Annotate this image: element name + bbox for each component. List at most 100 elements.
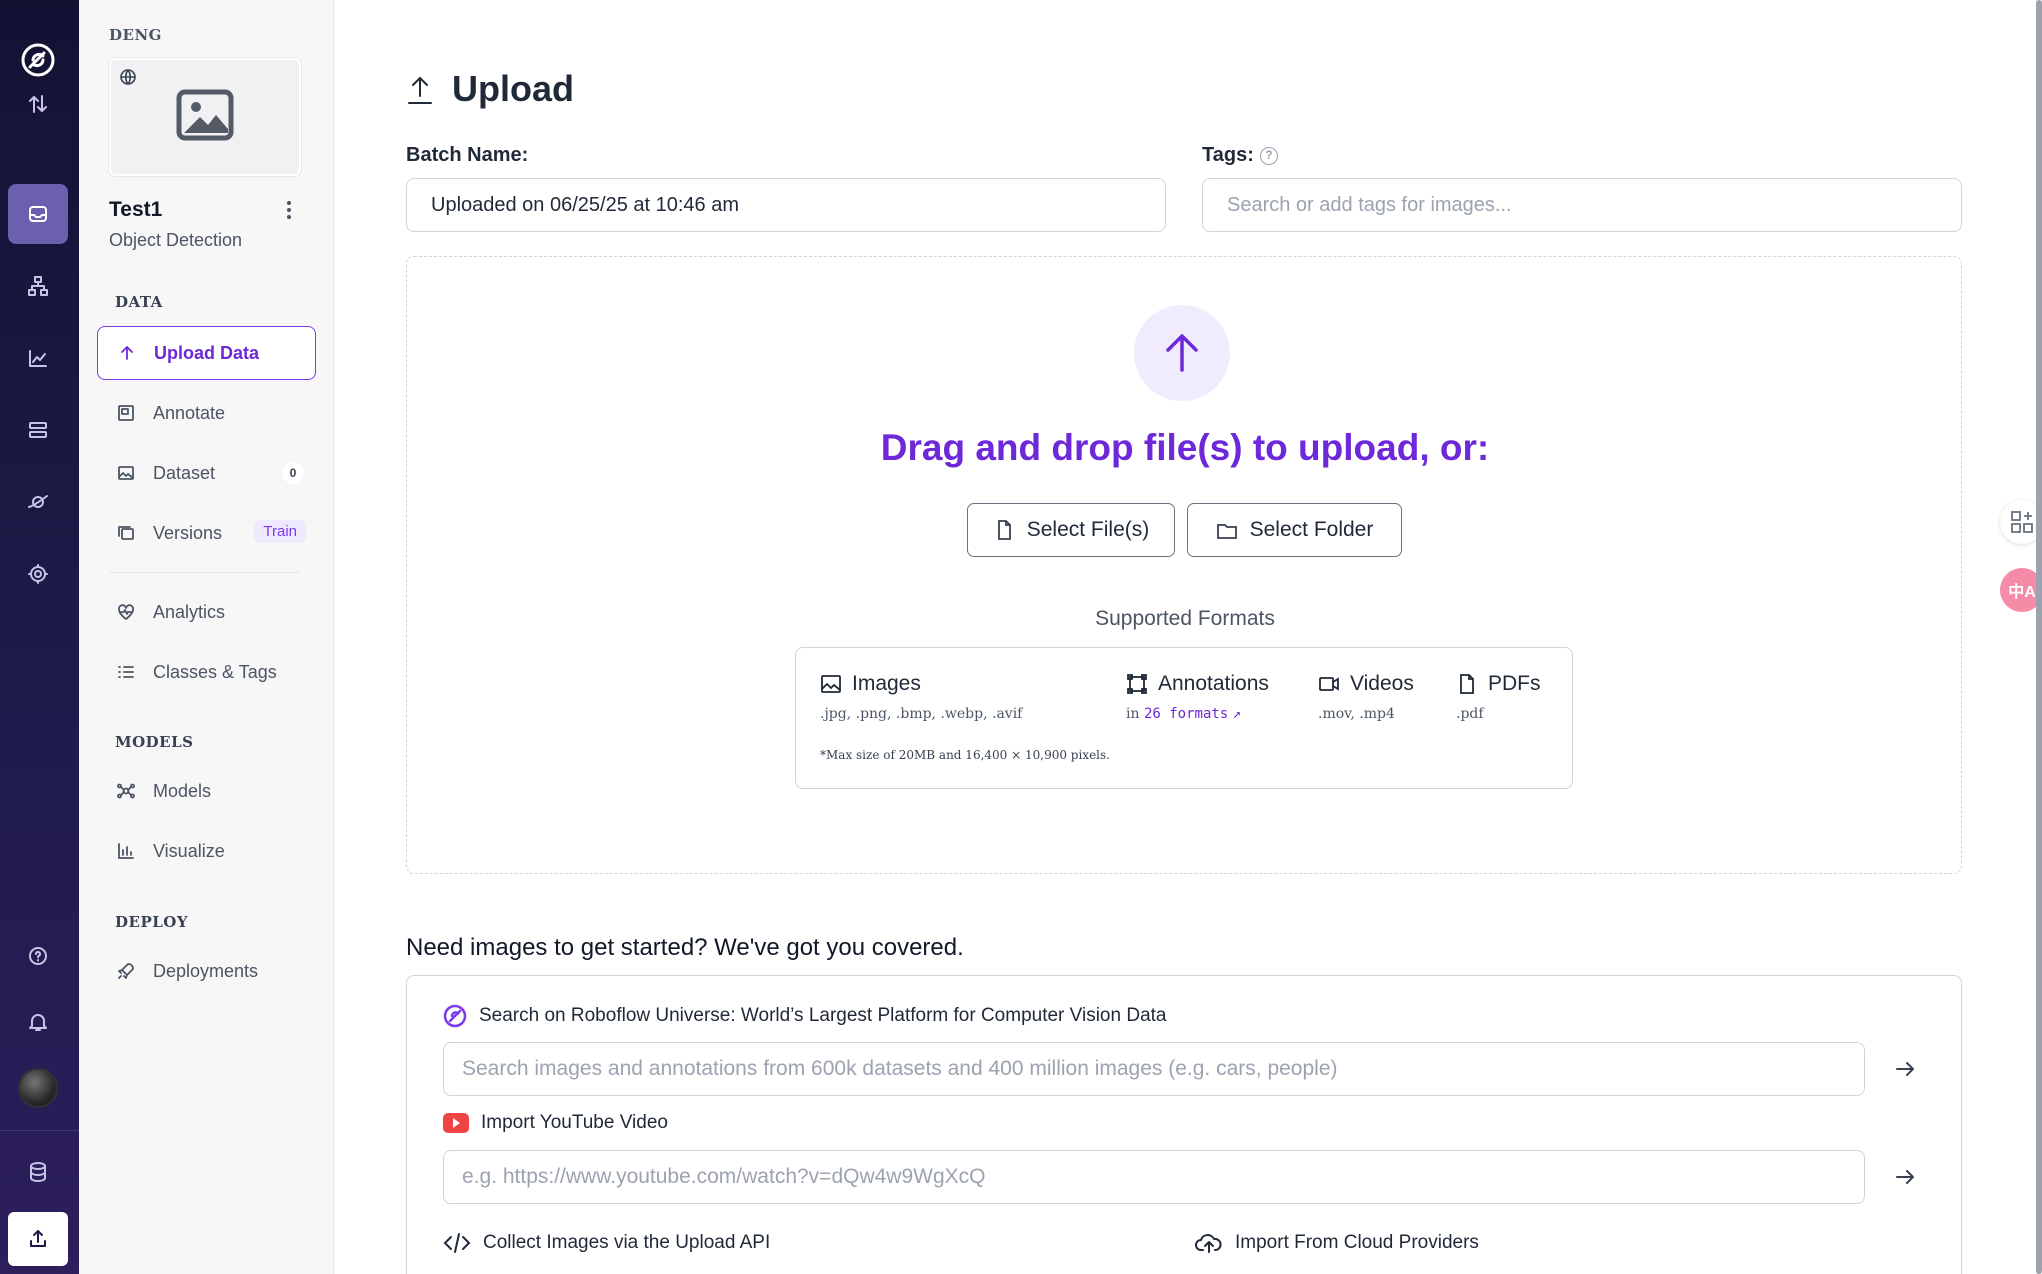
- bounding-box-icon: [1127, 674, 1147, 694]
- universe-icon[interactable]: [8, 472, 68, 532]
- chart-icon[interactable]: [8, 328, 68, 388]
- sidebar-item-label: Deployments: [153, 960, 259, 981]
- youtube-import-submit[interactable]: [1887, 1159, 1923, 1195]
- sidebar-item-dataset[interactable]: Dataset 0: [97, 446, 316, 500]
- globe-icon: [119, 68, 137, 86]
- models-icon: [115, 780, 137, 802]
- sidebar-item-label: Analytics: [153, 601, 226, 622]
- upload-title-icon: [408, 76, 432, 104]
- arrow-up-icon: [116, 342, 138, 364]
- bar-chart-icon: [115, 840, 137, 862]
- supported-formats-card: Images .jpg, .png, .bmp, .webp, .avif An…: [795, 647, 1573, 789]
- rail-divider: [0, 1130, 79, 1131]
- annotation-formats-link[interactable]: 26 formats: [1144, 706, 1228, 722]
- database-icon[interactable]: [8, 1142, 68, 1202]
- main-content: Upload Batch Name: Tags:? Drag and drop …: [334, 0, 2042, 1274]
- file-icon: [997, 520, 1011, 540]
- format-annotations-label: Annotations: [1158, 672, 1269, 695]
- upload-arrow-icon: [1134, 305, 1230, 401]
- format-pdfs: PDFs .pdf: [1456, 672, 1541, 722]
- project-sidebar: DENG Test1 Object Detection DATA Upload …: [79, 0, 334, 1274]
- youtube-icon: [443, 1113, 469, 1133]
- bell-icon[interactable]: [8, 992, 68, 1052]
- project-name: Test1: [109, 198, 163, 221]
- youtube-url-input[interactable]: [443, 1150, 1865, 1204]
- inbox-icon[interactable]: [8, 184, 68, 244]
- tags-label-row: Tags:?: [1202, 144, 1278, 167]
- sidebar-item-models[interactable]: Models: [97, 764, 316, 818]
- sidebar-item-label: Annotate: [153, 402, 226, 423]
- select-folder-label: Select Folder: [1249, 518, 1374, 541]
- versions-icon: [115, 522, 137, 544]
- page-scrollbar[interactable]: [2036, 0, 2042, 1274]
- app-rail: [0, 0, 79, 1274]
- workflow-icon[interactable]: [8, 256, 68, 316]
- upload-dropzone[interactable]: Drag and drop file(s) to upload, or: Sel…: [406, 256, 1962, 874]
- sidebar-item-classes-tags[interactable]: Classes & Tags: [97, 645, 316, 699]
- section-label-data: DATA: [115, 293, 163, 311]
- universe-search-input[interactable]: [443, 1042, 1865, 1096]
- batch-name-label: Batch Name:: [406, 144, 529, 166]
- upload-api-label: Collect Images via the Upload API: [483, 1232, 771, 1253]
- sidebar-item-label: Dataset: [153, 462, 216, 483]
- folder-icon: [1216, 524, 1237, 539]
- universe-row: Search on Roboflow Universe: World’s Lar…: [443, 1004, 1166, 1028]
- sidebar-item-deployments[interactable]: Deployments: [97, 944, 316, 998]
- format-images: Images .jpg, .png, .bmp, .webp, .avif: [820, 672, 1022, 722]
- train-badge[interactable]: Train: [254, 520, 306, 543]
- format-videos-label: Videos: [1350, 672, 1414, 695]
- import-options-card: Search on Roboflow Universe: World’s Lar…: [406, 975, 1962, 1274]
- sidebar-item-upload-data[interactable]: Upload Data: [97, 326, 316, 380]
- arrow-right-icon: [1896, 1170, 1914, 1184]
- stack-icon[interactable]: [8, 400, 68, 460]
- universe-search-submit[interactable]: [1887, 1051, 1923, 1087]
- external-link-icon[interactable]: ↗: [1233, 706, 1241, 722]
- dropzone-title: Drag and drop file(s) to upload, or:: [880, 427, 1490, 468]
- sidebar-divider: [109, 572, 301, 573]
- dataset-count-badge: 0: [282, 462, 304, 484]
- select-files-button[interactable]: Select File(s): [967, 503, 1175, 557]
- format-videos-list: .mov, .mp4: [1318, 706, 1395, 722]
- youtube-label: Import YouTube Video: [481, 1112, 668, 1133]
- cloud-providers-label: Import From Cloud Providers: [1235, 1232, 1479, 1253]
- format-videos: Videos .mov, .mp4: [1318, 672, 1414, 722]
- annotate-icon: [115, 402, 137, 424]
- sidebar-item-label: Upload Data: [154, 342, 260, 363]
- max-size-note: *Max size of 20MB and 16,400 × 10,900 pi…: [820, 748, 1110, 762]
- help-circle-icon[interactable]: ?: [1259, 146, 1278, 165]
- supported-formats-label: Supported Formats: [1095, 607, 1275, 630]
- batch-name-input[interactable]: [406, 178, 1166, 232]
- tags-input[interactable]: [1202, 178, 1962, 232]
- cloud-providers-row[interactable]: Import From Cloud Providers: [1195, 1232, 1479, 1254]
- sidebar-item-label: Versions: [153, 522, 223, 543]
- sidebar-item-versions[interactable]: Versions Train: [97, 506, 316, 560]
- roboflow-universe-icon: [443, 1004, 467, 1028]
- select-files-label: Select File(s): [1026, 518, 1150, 541]
- universe-label: Search on Roboflow Universe: World’s Lar…: [479, 1005, 1167, 1026]
- pdf-icon: [1460, 674, 1474, 694]
- gear-icon[interactable]: [8, 544, 68, 604]
- scrollbar-thumb[interactable]: [2036, 0, 2042, 1274]
- upload-icon[interactable]: [8, 1212, 68, 1266]
- project-thumbnail[interactable]: [109, 58, 301, 176]
- page-title: Upload: [406, 68, 574, 110]
- need-images-heading: Need images to get started? We've got yo…: [406, 934, 964, 961]
- upload-api-row[interactable]: Collect Images via the Upload API: [443, 1232, 770, 1254]
- arrow-right-icon: [1896, 1062, 1914, 1076]
- image-icon: [821, 675, 841, 693]
- sidebar-item-annotate[interactable]: Annotate: [97, 386, 316, 440]
- project-menu-icon[interactable]: [279, 198, 299, 222]
- swap-icon[interactable]: [8, 74, 68, 134]
- page-title-text: Upload: [452, 68, 574, 109]
- sidebar-item-analytics[interactable]: Analytics: [97, 585, 316, 639]
- sidebar-item-visualize[interactable]: Visualize: [97, 824, 316, 878]
- avatar[interactable]: [18, 1068, 58, 1108]
- section-label-models: MODELS: [115, 733, 194, 751]
- select-folder-button[interactable]: Select Folder: [1187, 503, 1402, 557]
- code-icon: [443, 1233, 471, 1253]
- format-images-list: .jpg, .png, .bmp, .webp, .avif: [820, 706, 1023, 722]
- format-images-label: Images: [852, 672, 921, 695]
- image-placeholder-icon: [176, 89, 234, 146]
- image-icon: [115, 462, 137, 484]
- help-icon[interactable]: [8, 926, 68, 986]
